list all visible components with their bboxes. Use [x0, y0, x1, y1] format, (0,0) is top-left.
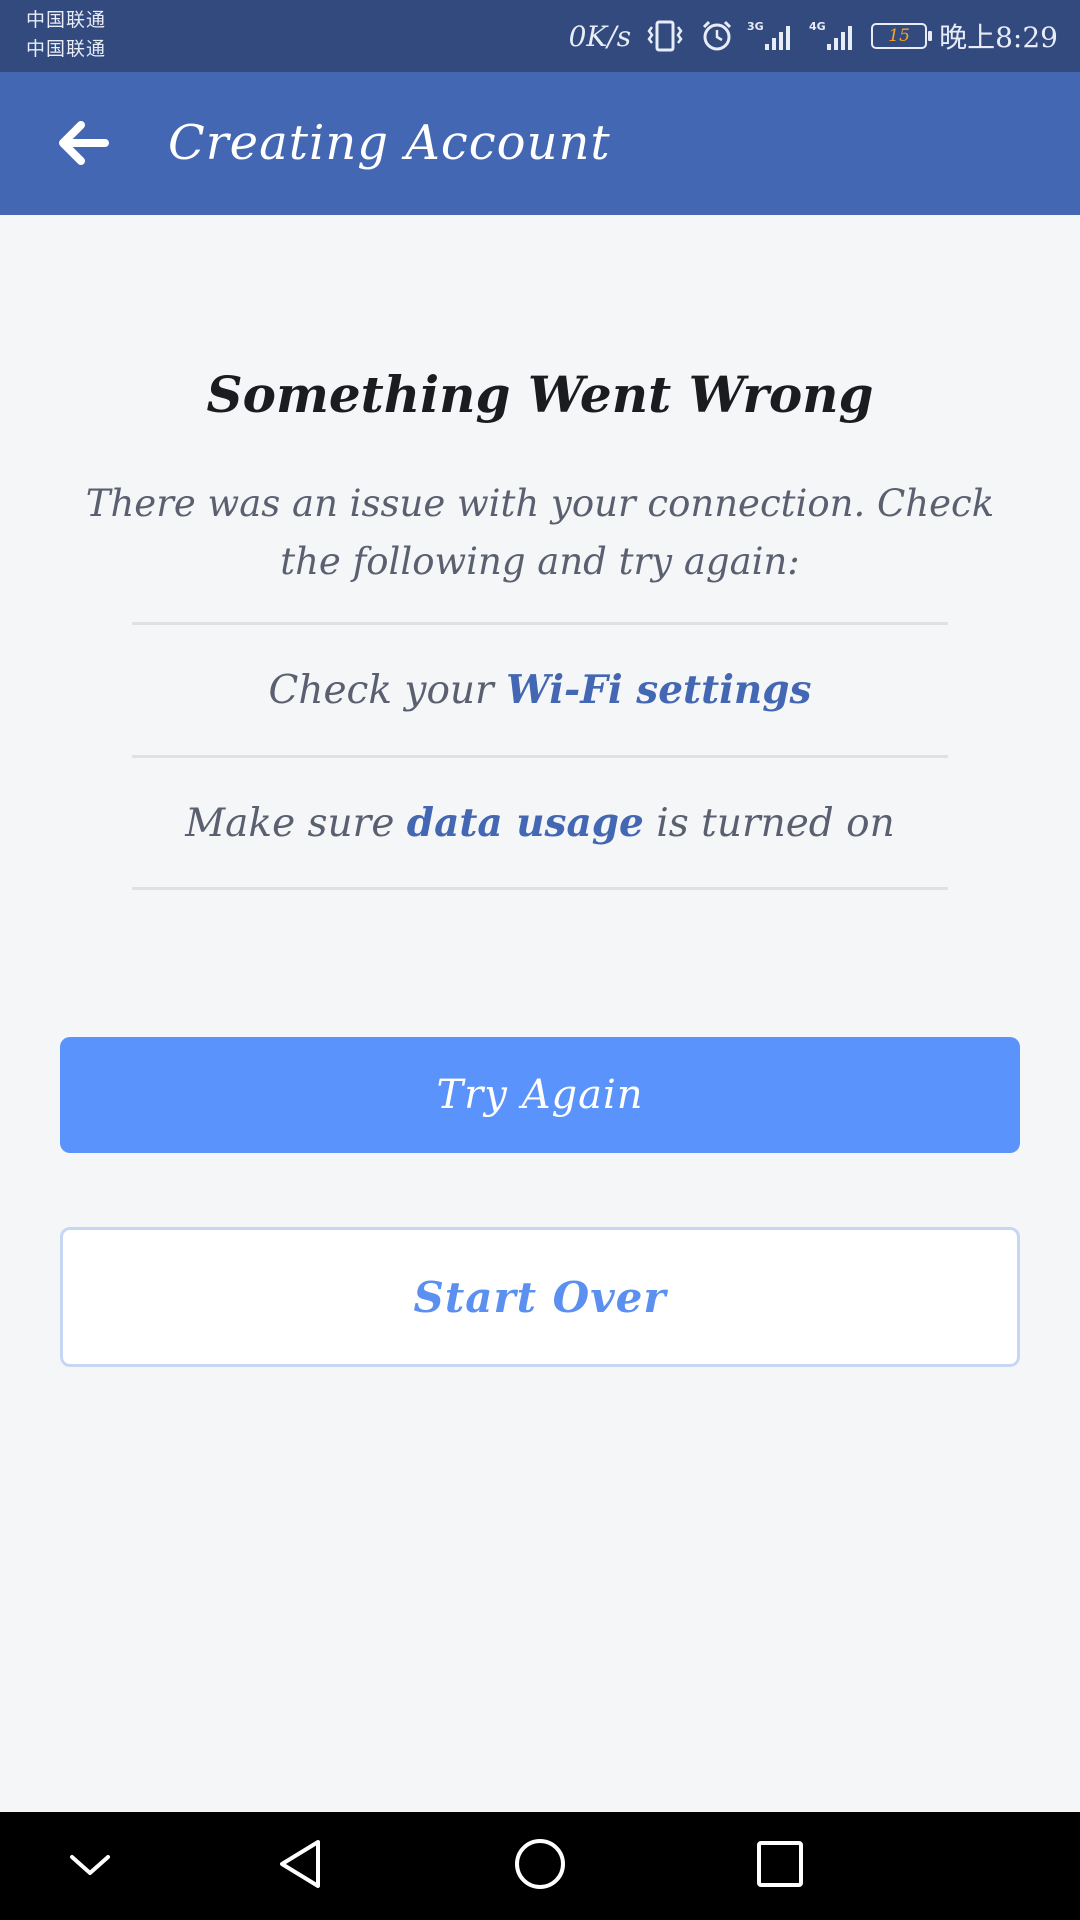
error-message: There was an issue with your connection.… — [85, 482, 995, 583]
hide-keyboard-button[interactable] — [50, 1812, 130, 1920]
wifi-settings-link[interactable]: Wi-Fi settings — [506, 667, 811, 713]
tip-data-suffix: is turned on — [643, 800, 895, 846]
vibrate-icon — [643, 19, 687, 53]
status-bar: 中国联通 中国联通 0K/s 3G 4G 15 晚上8:29 — [0, 0, 1080, 72]
back-triangle-icon — [274, 1836, 326, 1896]
error-title: Something Went Wrong — [206, 365, 874, 424]
home-circle-icon — [512, 1836, 568, 1896]
recents-square-icon — [754, 1838, 806, 1894]
carrier-1-label: 中国联通 — [26, 9, 107, 31]
tip-data-usage-row: Make sure data usage is turned on — [132, 758, 948, 888]
tip-wifi-row: Check your Wi-Fi settings — [132, 625, 948, 755]
signal-3g-icon: 3G — [747, 18, 797, 54]
network-2-label: 4G — [809, 20, 826, 33]
back-button[interactable] — [48, 110, 118, 180]
clock-label: 晚上8:29 — [939, 21, 1058, 54]
nav-back-button[interactable] — [260, 1812, 340, 1920]
try-again-button[interactable]: Try Again — [60, 1037, 1020, 1153]
page-title: Creating Account — [168, 115, 611, 171]
alarm-icon — [699, 18, 735, 54]
chevron-down-icon — [68, 1849, 112, 1883]
start-over-button[interactable]: Start Over — [60, 1227, 1020, 1367]
data-usage-link[interactable]: data usage — [407, 800, 644, 846]
app-bar: Creating Account — [0, 72, 1080, 215]
carrier-labels: 中国联通 中国联通 — [26, 6, 106, 64]
nav-home-button[interactable] — [500, 1812, 580, 1920]
tip-data-prefix: Make sure — [185, 800, 407, 846]
arrow-left-icon — [57, 121, 109, 169]
battery-icon: 15 — [871, 23, 933, 49]
net-speed-label: 0K/s — [568, 19, 632, 53]
network-1-label: 3G — [747, 20, 764, 33]
system-nav-bar — [0, 1812, 1080, 1920]
carrier-2-label: 中国联通 — [26, 38, 107, 60]
divider — [132, 887, 948, 890]
nav-recents-button[interactable] — [740, 1812, 820, 1920]
battery-level-label: 15 — [888, 26, 910, 46]
status-indicators: 0K/s 3G 4G 15 晚上8:29 — [569, 0, 1058, 72]
signal-4g-icon: 4G — [809, 18, 859, 54]
tip-wifi-prefix: Check your — [268, 667, 507, 713]
